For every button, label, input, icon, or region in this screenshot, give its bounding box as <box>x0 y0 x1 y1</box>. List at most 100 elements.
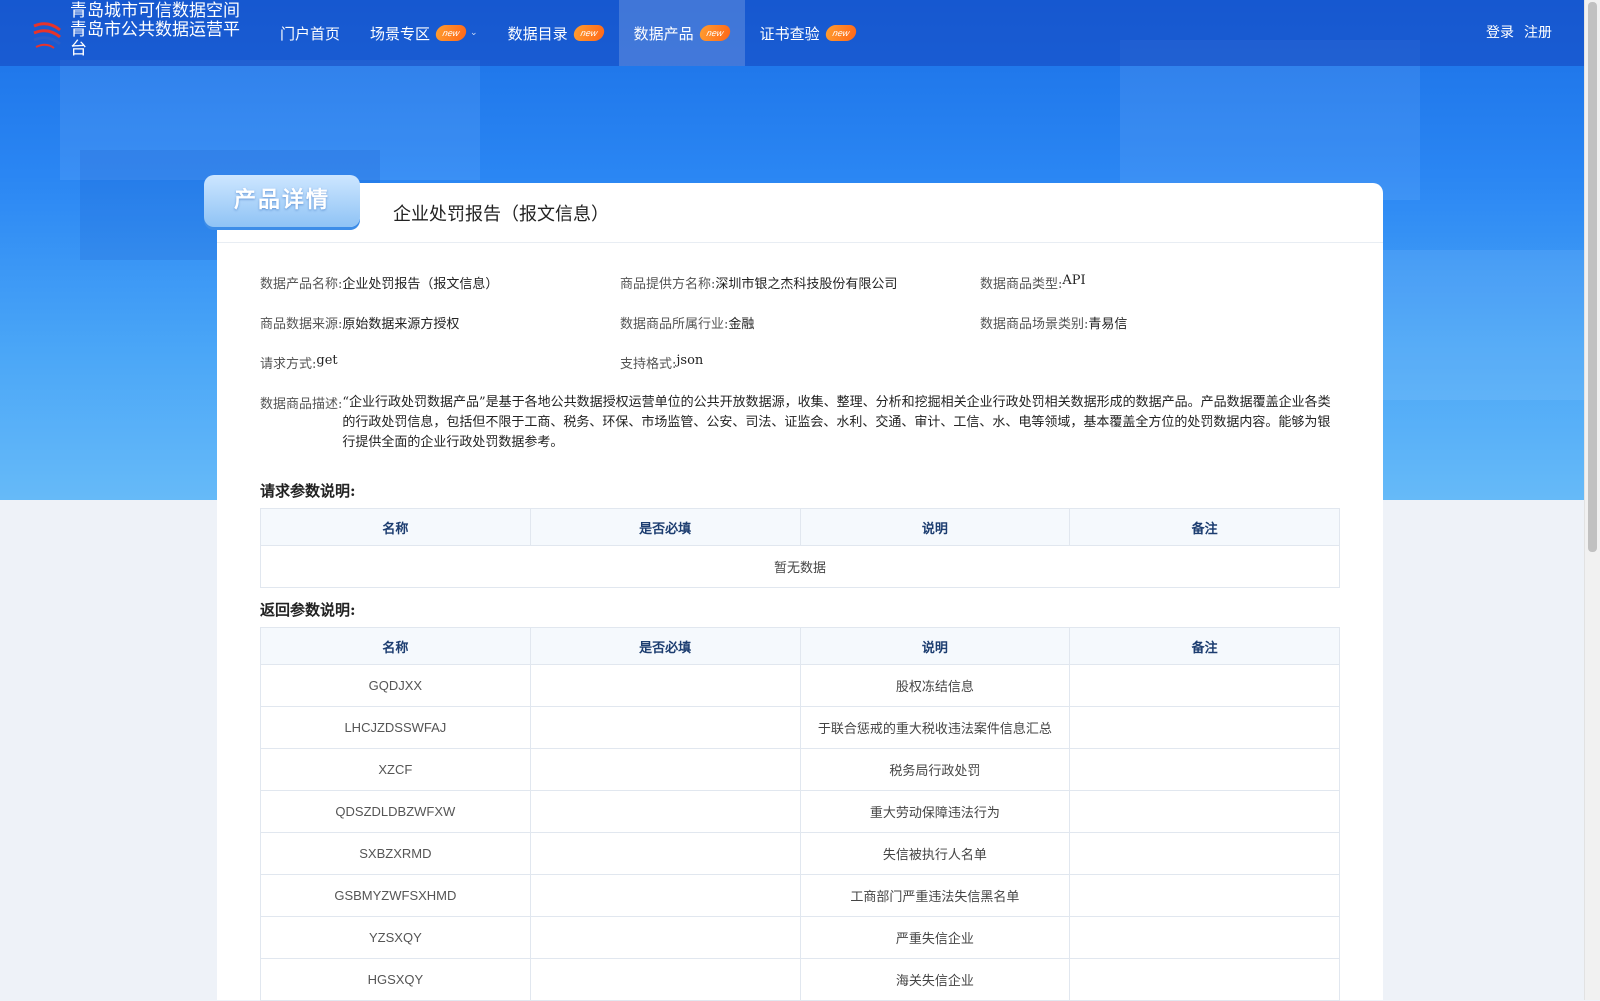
col-required: 是否必填 <box>529 627 801 665</box>
empty-state: 暂无数据 <box>260 545 1340 588</box>
info-row: 商品数据来源: 原始数据来源方授权 数据商品所属行业: 金融 数据商品场景类别:… <box>260 313 1340 353</box>
top-navbar: 青岛城市可信数据空间 青岛市公共数据运营平台 门户首页 场景专区 new ⌄ 数… <box>0 0 1584 66</box>
param-name: GQDJXX <box>260 664 531 707</box>
table-row: LHCJZDSSWFAJ 于联合惩戒的重大税收违法案件信息汇总 <box>260 706 1340 749</box>
auth-links: 登录 注册 <box>1486 22 1552 42</box>
col-note: 备注 <box>1069 508 1340 546</box>
type-field: 数据商品类型: API <box>980 273 1340 313</box>
param-required <box>529 832 801 875</box>
col-desc: 说明 <box>799 508 1071 546</box>
param-required <box>529 916 801 959</box>
field-value: json <box>676 353 704 368</box>
nav-catalog[interactable]: 数据目录 new <box>493 0 619 66</box>
field-value: 金融 <box>728 317 755 332</box>
response-params-title: 返回参数说明: <box>260 601 356 619</box>
format-field: 支持格式: json <box>620 353 980 393</box>
param-required <box>529 706 801 749</box>
param-name: HGSXQY <box>260 958 531 1001</box>
col-note: 备注 <box>1069 627 1340 665</box>
table-row: QDSZDLDBZWFXW 重大劳动保障违法行为 <box>260 790 1340 833</box>
product-title: 企业处罚报告（报文信息） <box>393 204 609 225</box>
field-value: get <box>316 353 338 368</box>
nav-scenes[interactable]: 场景专区 new ⌄ <box>355 0 493 66</box>
site-title[interactable]: 青岛城市可信数据空间 青岛市公共数据运营平台 <box>70 2 250 59</box>
field-value: API <box>1062 273 1086 288</box>
param-required <box>529 874 801 917</box>
site-title-line2: 青岛市公共数据运营平台 <box>70 20 240 59</box>
product-name-field: 数据产品名称: 企业处罚报告（报文信息） <box>260 273 620 313</box>
col-name: 名称 <box>260 508 531 546</box>
col-name: 名称 <box>260 627 531 665</box>
table-header-row: 名称 是否必填 说明 备注 <box>260 508 1340 546</box>
col-required: 是否必填 <box>529 508 801 546</box>
param-note <box>1069 748 1340 791</box>
param-note <box>1069 874 1340 917</box>
param-required <box>529 790 801 833</box>
param-name: QDSZDLDBZWFXW <box>260 790 531 833</box>
new-badge: new <box>434 25 468 41</box>
field-label: 请求方式: <box>260 357 317 372</box>
table-row: XZCF 税务局行政处罚 <box>260 748 1340 791</box>
info-row: 请求方式: get 支持格式: json <box>260 353 1340 393</box>
request-params-title: 请求参数说明: <box>260 482 356 500</box>
nav-products[interactable]: 数据产品 new <box>618 0 745 66</box>
param-desc: 海关失信企业 <box>799 958 1071 1001</box>
description-text: “企业行政处罚数据产品”是基于各地公共数据授权运营单位的公共开放数据源，收集、整… <box>342 395 1331 450</box>
field-label: 数据商品描述: <box>260 397 343 412</box>
param-desc: 税务局行政处罚 <box>799 748 1071 791</box>
table-row: 暂无数据 <box>260 545 1340 588</box>
param-note <box>1069 706 1340 749</box>
field-value: 深圳市银之杰科技股份有限公司 <box>715 277 898 292</box>
nav-home[interactable]: 门户首页 <box>265 0 355 66</box>
param-note <box>1069 664 1340 707</box>
description-field: 数据商品描述: “企业行政处罚数据产品”是基于各地公共数据授权运营单位的公共开放… <box>260 393 1340 453</box>
nav-scenes-label: 场景专区 <box>370 24 431 43</box>
field-label: 商品数据来源: <box>260 317 343 332</box>
product-detail-card: 企业处罚报告（报文信息） 数据产品名称: 企业处罚报告（报文信息） 商品提供方名… <box>217 183 1383 1001</box>
param-required <box>529 748 801 791</box>
response-params-table: 名称 是否必填 说明 备注 GQDJXX 股权冻结信息 LHCJZDSSWFAJ… <box>260 627 1340 1001</box>
industry-field: 数据商品所属行业: 金融 <box>620 313 980 353</box>
source-field: 商品数据来源: 原始数据来源方授权 <box>260 313 620 353</box>
nav-catalog-label: 数据目录 <box>507 24 568 43</box>
method-field: 请求方式: get <box>260 353 620 393</box>
col-desc: 说明 <box>799 627 1071 665</box>
field-label: 数据商品类型: <box>980 277 1063 292</box>
nav-products-label: 数据产品 <box>633 24 694 43</box>
table-header-row: 名称 是否必填 说明 备注 <box>260 627 1340 665</box>
param-name: GSBMYZWFSXHMD <box>260 874 531 917</box>
param-desc: 股权冻结信息 <box>799 664 1071 707</box>
scene-field: 数据商品场景类别: 青易信 <box>980 313 1340 353</box>
card-header: 企业处罚报告（报文信息） <box>217 183 1383 243</box>
param-name: YZSXQY <box>260 916 531 959</box>
new-badge: new <box>823 25 858 41</box>
param-name: XZCF <box>260 748 531 791</box>
param-desc: 工商部门严重违法失信黑名单 <box>799 874 1071 917</box>
new-badge: new <box>571 25 606 41</box>
scrollbar-thumb[interactable] <box>1588 2 1597 552</box>
field-value: 青易信 <box>1088 317 1128 332</box>
param-note <box>1069 790 1340 833</box>
table-row: GQDJXX 股权冻结信息 <box>260 664 1340 707</box>
nav-certificate-label: 证书查验 <box>759 24 820 43</box>
param-name: SXBZXRMD <box>260 832 531 875</box>
field-value: 企业处罚报告（报文信息） <box>342 277 499 292</box>
table-row: SXBZXRMD 失信被执行人名单 <box>260 832 1340 875</box>
register-link[interactable]: 注册 <box>1524 22 1552 42</box>
nav-certificate[interactable]: 证书查验 new <box>745 0 871 66</box>
product-info: 数据产品名称: 企业处罚报告（报文信息） 商品提供方名称: 深圳市银之杰科技股份… <box>260 273 1340 453</box>
field-label: 数据商品所属行业: <box>620 317 729 332</box>
provider-field: 商品提供方名称: 深圳市银之杰科技股份有限公司 <box>620 273 980 313</box>
table-row: YZSXQY 严重失信企业 <box>260 916 1340 959</box>
site-title-line1: 青岛城市可信数据空间 <box>70 1 240 21</box>
nav-home-label: 门户首页 <box>280 24 341 43</box>
page-scrollbar[interactable] <box>1584 0 1600 1000</box>
param-note <box>1069 958 1340 1001</box>
param-desc: 重大劳动保障违法行为 <box>799 790 1071 833</box>
chevron-down-icon: ⌄ <box>470 28 478 38</box>
logo-icon <box>33 22 61 49</box>
field-label: 数据商品场景类别: <box>980 317 1089 332</box>
param-desc: 失信被执行人名单 <box>799 832 1071 875</box>
field-label: 数据产品名称: <box>260 277 343 292</box>
login-link[interactable]: 登录 <box>1486 22 1514 42</box>
